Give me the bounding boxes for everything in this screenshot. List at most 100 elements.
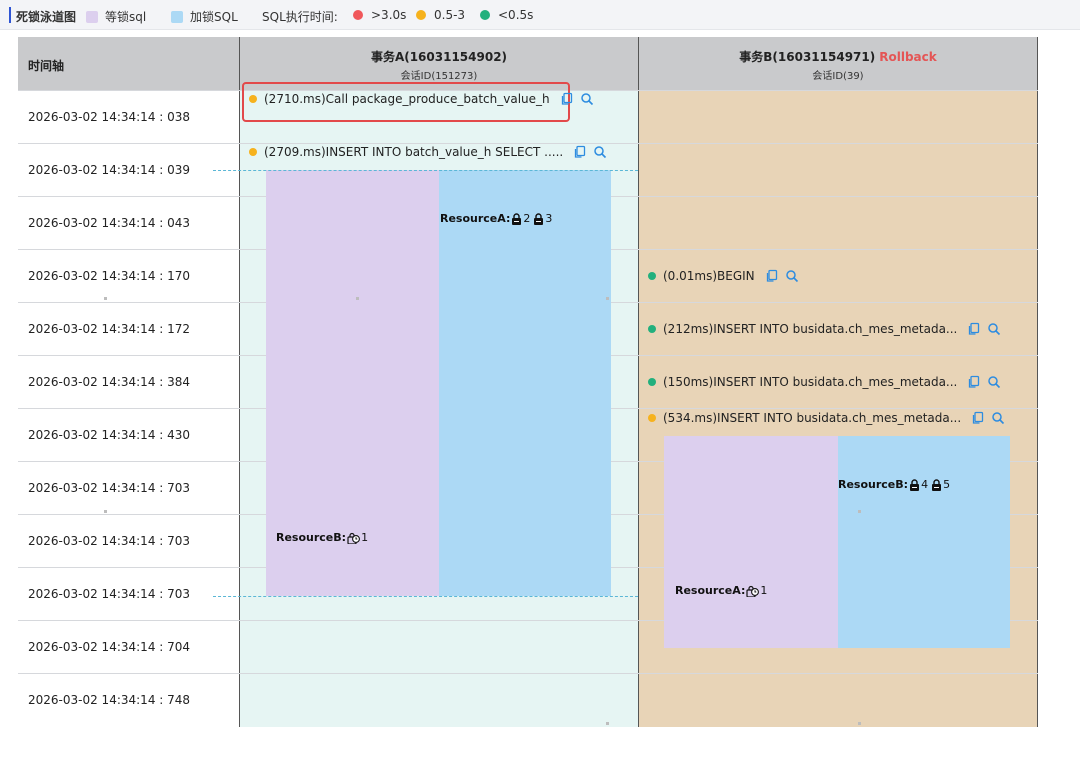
time-label: 2026-03-02 14:34:14 : 430 — [28, 428, 191, 442]
guide-line — [213, 170, 638, 171]
trx-a-wait-resource: ResourceB: 1 — [276, 531, 370, 544]
time-label: 2026-03-02 14:34:14 : 704 — [28, 640, 191, 654]
lock-icon — [534, 212, 544, 225]
trx-b-sql-item[interactable]: (0.01ms)BEGIN — [648, 269, 799, 283]
trx-a-sql-item[interactable]: (2710.ms)Call package_produce_batch_valu… — [249, 92, 594, 106]
grid-tick — [104, 510, 107, 513]
search-icon[interactable] — [987, 375, 1001, 389]
sql-text: (212ms)INSERT INTO busidata.ch_mes_metad… — [663, 322, 958, 336]
grid-tick — [606, 297, 609, 300]
sql-text: (534.ms)INSERT INTO busidata.ch_mes_meta… — [663, 411, 962, 425]
lock-wait-icon — [746, 585, 760, 597]
time-label: 2026-03-02 14:34:14 : 703 — [28, 587, 191, 601]
search-icon[interactable] — [991, 411, 1005, 425]
medium-dot-icon — [249, 148, 257, 156]
lock-wait-icon — [347, 532, 361, 544]
sql-text: (2709.ms)INSERT INTO batch_value_h SELEC… — [264, 145, 564, 159]
search-icon[interactable] — [593, 145, 607, 159]
time-axis-header: 时间轴 — [18, 37, 239, 90]
rollback-badge: Rollback — [879, 50, 937, 64]
trx-b-header: 事务B(16031154971) Rollback 会话ID(39) — [638, 37, 1038, 90]
medium-dot-icon — [249, 95, 257, 103]
guide-line — [213, 596, 638, 597]
sql-text: (0.01ms)BEGIN — [663, 269, 755, 283]
trx-b-sql-item[interactable]: (534.ms)INSERT INTO busidata.ch_mes_meta… — [648, 411, 1005, 425]
resource-label: ResourceB: — [838, 478, 909, 491]
legend-wait-label: 等锁sql — [105, 10, 147, 24]
time-label: 2026-03-02 14:34:14 : 172 — [28, 322, 191, 336]
time-label: 2026-03-02 14:34:14 : 043 — [28, 216, 191, 230]
lock-id: 4 — [921, 478, 929, 491]
lock-swatch-icon — [171, 10, 183, 23]
trx-b-held-resource: ResourceB: 4 5 — [838, 478, 952, 491]
grid-tick — [858, 722, 861, 725]
legend-accent-bar — [9, 7, 11, 23]
trx-a-title: 事务A(16031154902) — [370, 50, 508, 64]
lock-id: 2 — [523, 212, 531, 225]
time-axis-label: 时间轴 — [28, 59, 65, 73]
time-label: 2026-03-02 14:34:14 : 038 — [28, 110, 191, 124]
time-label: 2026-03-02 14:34:14 : 039 — [28, 163, 191, 177]
trx-b-session: 会话ID(39) — [812, 71, 864, 82]
search-icon[interactable] — [580, 92, 594, 106]
medium-dot-icon — [416, 10, 426, 20]
lock-id: 1 — [361, 531, 369, 544]
diagram-title: 死锁泳道图 — [16, 10, 77, 24]
copy-icon[interactable] — [971, 411, 985, 425]
lock-icon — [932, 478, 942, 491]
legend-medium: 0.5-3 — [416, 8, 465, 22]
legend-bar: 死锁泳道图 等锁sql 加锁SQL SQL执行时间: >3.0s 0.5-3 <… — [0, 0, 1080, 30]
trx-b-title-line: 事务B(16031154971) Rollback — [639, 48, 1037, 65]
copy-icon[interactable] — [967, 375, 981, 389]
sql-text: (150ms)INSERT INTO busidata.ch_mes_metad… — [663, 375, 958, 389]
copy-icon[interactable] — [573, 145, 587, 159]
trx-b-wait-resource: ResourceA: 1 — [675, 584, 769, 597]
trx-a-sql-item[interactable]: (2709.ms)INSERT INTO batch_value_h SELEC… — [249, 145, 607, 159]
time-label: 2026-03-02 14:34:14 : 384 — [28, 375, 191, 389]
grid-tick — [356, 297, 359, 300]
sql-text: (2710.ms)Call package_produce_batch_valu… — [264, 92, 550, 106]
grid-tick — [606, 722, 609, 725]
search-icon[interactable] — [785, 269, 799, 283]
copy-icon[interactable] — [967, 322, 981, 336]
fast-dot-icon — [480, 10, 490, 20]
slow-dot-icon — [353, 10, 363, 20]
lock-id: 1 — [760, 584, 768, 597]
legend-slow-label: >3.0s — [371, 8, 407, 22]
trx-a-held-lock-block — [439, 170, 611, 596]
trx-b-title: 事务B(16031154971) — [739, 50, 876, 64]
legend-exec-time-label: SQL执行时间: — [262, 10, 338, 24]
trx-b-held-lock-block — [838, 436, 1010, 648]
lock-icon — [512, 212, 522, 225]
lock-id: 5 — [943, 478, 951, 491]
time-label: 2026-03-02 14:34:14 : 703 — [28, 481, 191, 495]
legend-lock-label: 加锁SQL — [190, 10, 238, 24]
legend-slow: >3.0s — [353, 8, 406, 22]
legend-wait-sql: 等锁sql — [86, 8, 146, 25]
trx-a-session: 会话ID(151273) — [400, 71, 478, 82]
trx-a-held-resource: ResourceA: 2 3 — [440, 212, 554, 225]
trx-b-sql-item[interactable]: (150ms)INSERT INTO busidata.ch_mes_metad… — [648, 375, 1001, 389]
lock-icon — [910, 478, 920, 491]
resource-label: ResourceA: — [440, 212, 511, 225]
legend-fast: <0.5s — [480, 8, 533, 22]
grid-tick — [858, 510, 861, 513]
trx-b-sql-item[interactable]: (212ms)INSERT INTO busidata.ch_mes_metad… — [648, 322, 1001, 336]
wait-swatch-icon — [86, 10, 98, 23]
copy-icon[interactable] — [765, 269, 779, 283]
fast-dot-icon — [648, 272, 656, 280]
fast-dot-icon — [648, 378, 656, 386]
lock-id: 3 — [545, 212, 553, 225]
legend-medium-label: 0.5-3 — [434, 8, 466, 22]
copy-icon[interactable] — [560, 92, 574, 106]
time-label: 2026-03-02 14:34:14 : 703 — [28, 534, 191, 548]
trx-b-wait-lock-block — [664, 436, 838, 648]
legend-fast-label: <0.5s — [498, 8, 534, 22]
legend-lock-sql: 加锁SQL — [171, 8, 238, 25]
resource-label: ResourceA: — [675, 584, 746, 597]
time-label: 2026-03-02 14:34:14 : 748 — [28, 693, 191, 707]
grid-tick — [104, 297, 107, 300]
resource-label: ResourceB: — [276, 531, 347, 544]
fast-dot-icon — [648, 325, 656, 333]
search-icon[interactable] — [987, 322, 1001, 336]
